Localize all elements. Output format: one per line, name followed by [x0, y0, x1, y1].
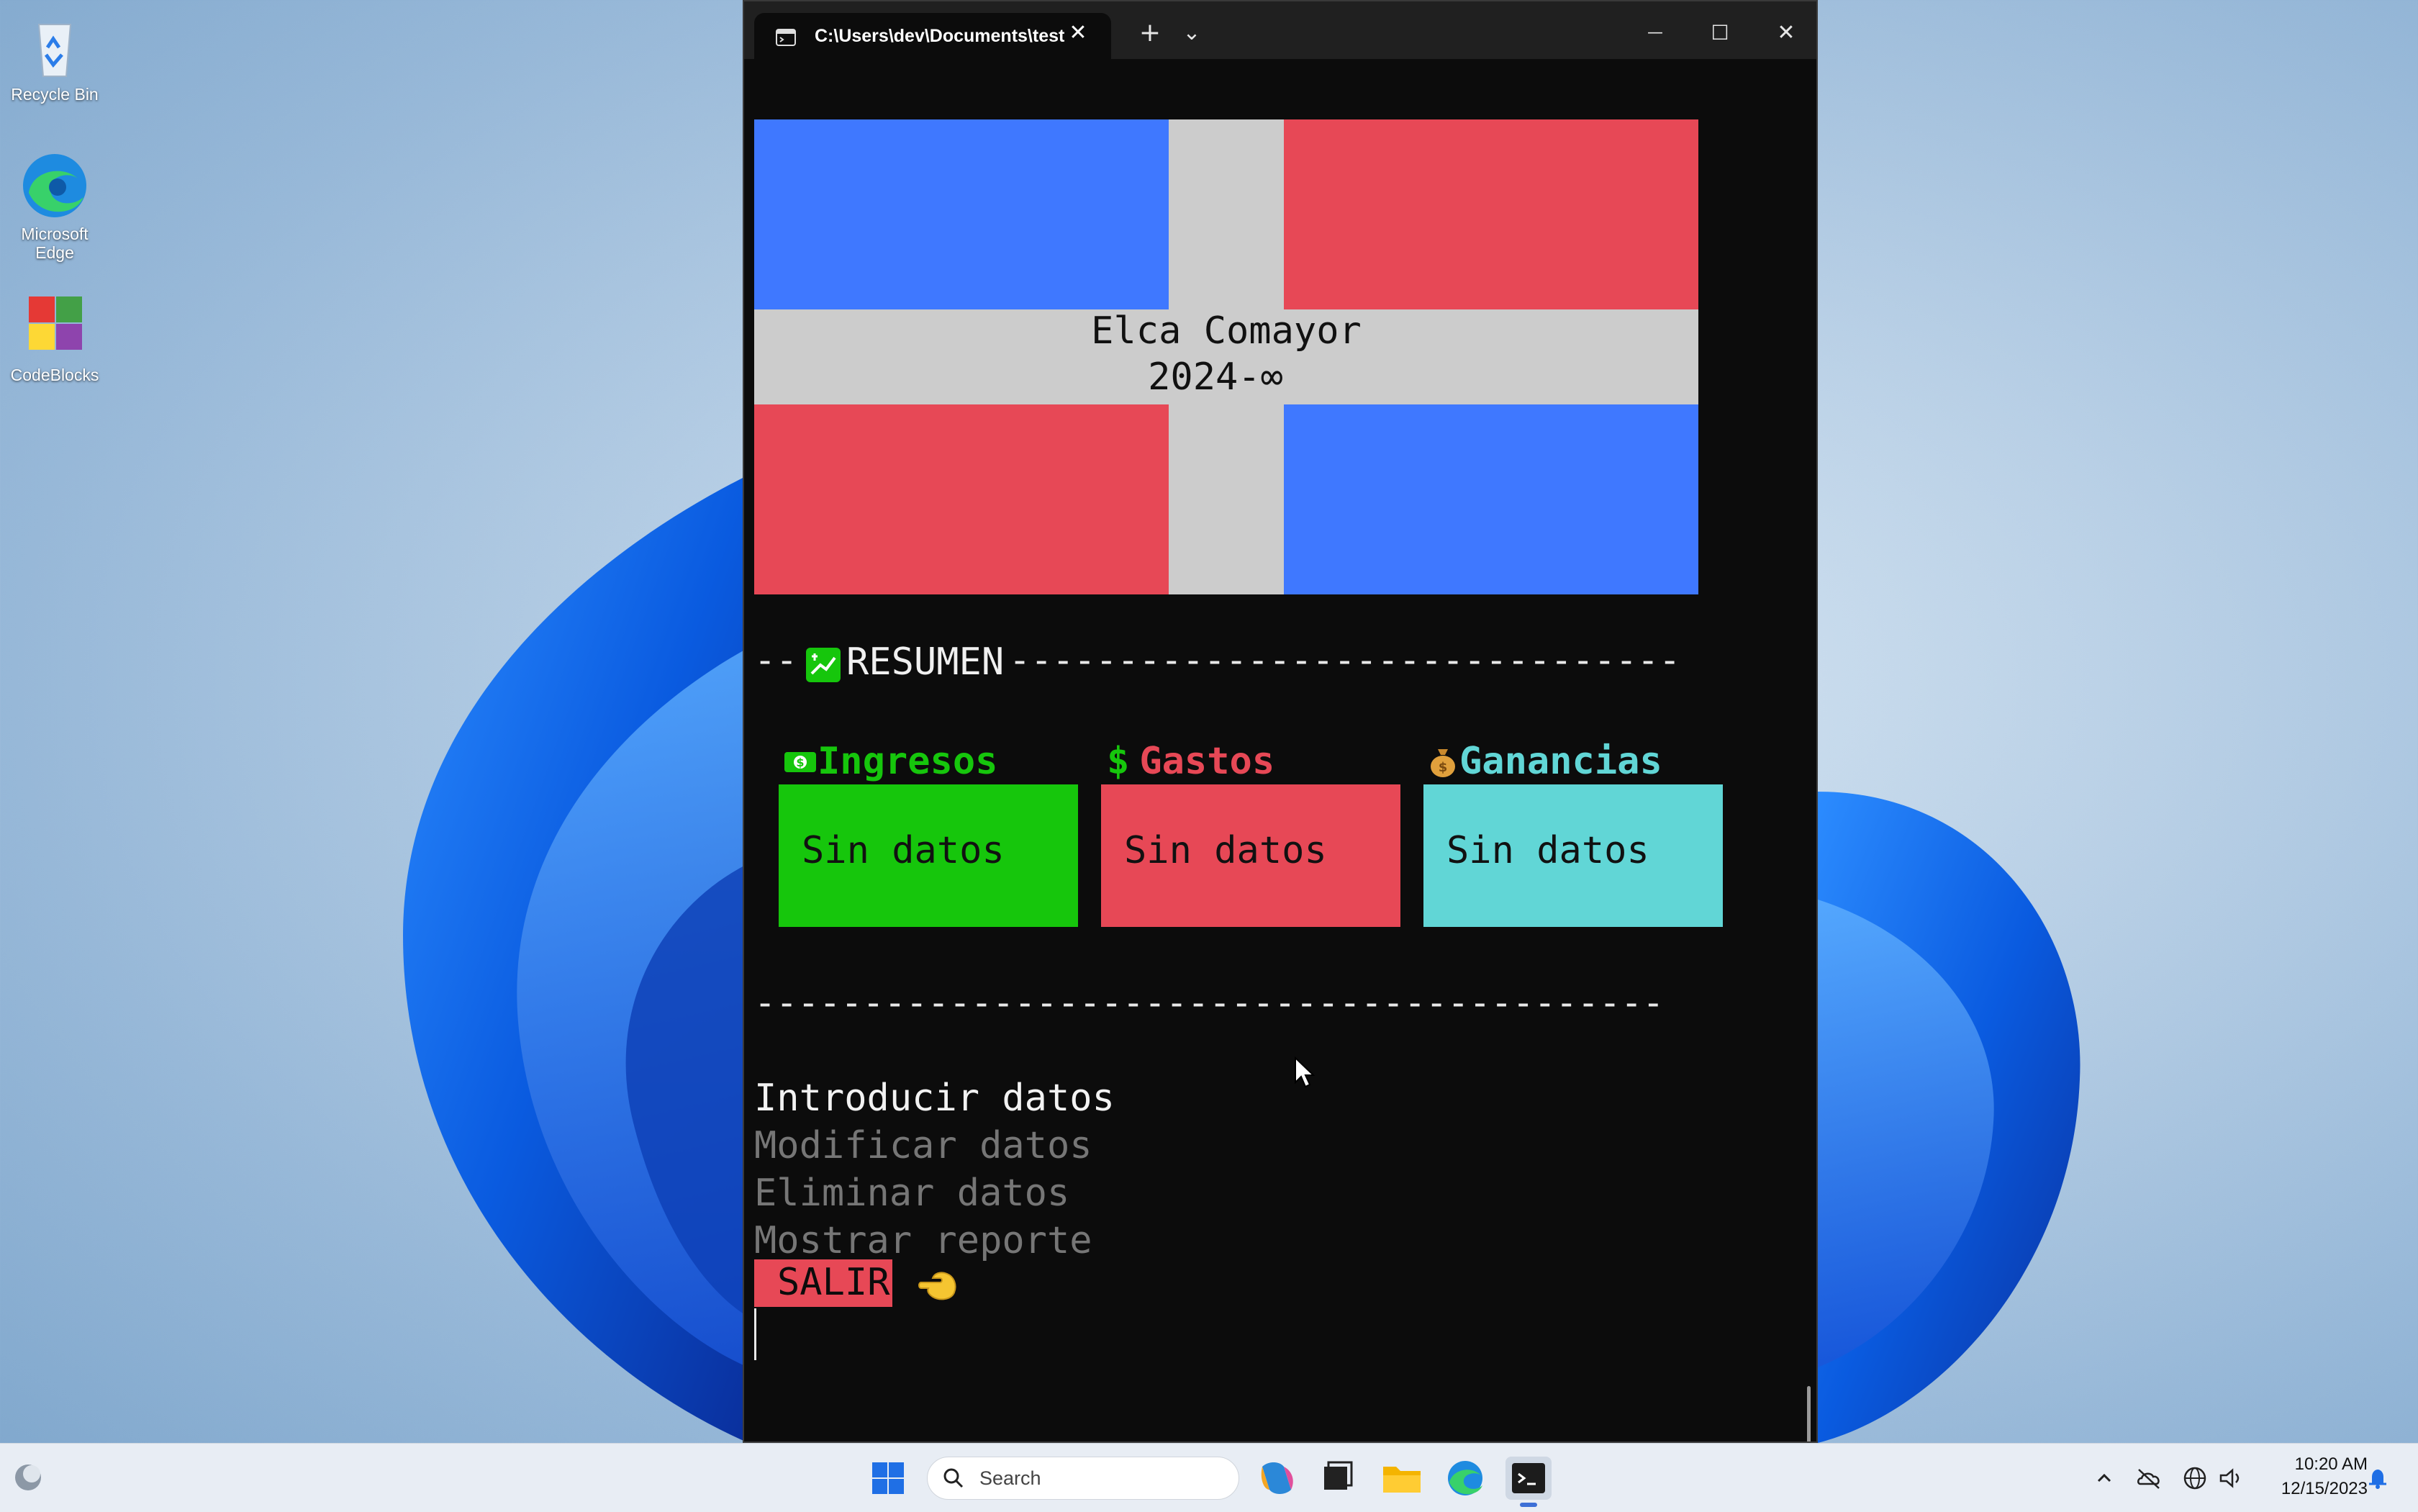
network-globe-icon[interactable] — [2181, 1464, 2209, 1493]
svg-text:$: $ — [796, 756, 804, 769]
income-value: Sin datos — [802, 829, 1005, 872]
clock[interactable]: 10:20 AM 12/15/2023 — [2260, 1452, 2368, 1501]
profit-card: Sin datos — [1423, 784, 1723, 927]
expenses-value: Sin datos — [1124, 829, 1327, 872]
recycle-bin-icon — [19, 10, 91, 82]
volume-icon[interactable] — [2216, 1464, 2245, 1493]
menu-item-eliminar[interactable]: Eliminar datos — [754, 1172, 1069, 1215]
income-card: Sin datos — [779, 784, 1078, 927]
copilot-icon[interactable] — [1254, 1457, 1300, 1500]
title-bar[interactable]: C:\Users\dev\Documents\test ✕ + ⌄ — ☐ ✕ — [744, 1, 1816, 59]
taskbar: Search 10:20 AM 12/15/2023 — [0, 1443, 2418, 1512]
edge-icon — [19, 150, 91, 222]
svg-text:$: $ — [1439, 760, 1448, 775]
desktop-icon-label: Recycle Bin — [11, 85, 99, 104]
desktop-icon-codeblocks[interactable]: CodeBlocks — [4, 291, 105, 384]
active-app-indicator — [1520, 1503, 1537, 1507]
tab-title: C:\Users\dev\Documents\test — [815, 26, 1065, 46]
menu-item-introducir[interactable]: Introducir datos — [754, 1077, 1115, 1120]
edge-taskbar-icon[interactable] — [1442, 1457, 1488, 1500]
exit-label: SALIR — [777, 1261, 890, 1304]
codeblocks-icon — [19, 291, 91, 363]
minimize-button[interactable]: — — [1635, 13, 1675, 53]
flag-title: Elca Comayor 2024-∞ — [754, 308, 1698, 400]
chart-increasing-icon — [806, 648, 841, 682]
search-icon — [943, 1468, 964, 1488]
maximize-button[interactable]: ☐ — [1700, 13, 1740, 53]
search-placeholder: Search — [979, 1467, 1041, 1489]
widgets-icon[interactable] — [10, 1459, 46, 1495]
expenses-card: Sin datos — [1101, 784, 1400, 927]
summary-rule-prefix: -- — [754, 639, 798, 681]
terminal-window[interactable]: C:\Users\dev\Documents\test ✕ + ⌄ — ☐ ✕ … — [743, 0, 1818, 1443]
profit-value: Sin datos — [1446, 829, 1649, 872]
close-button[interactable]: ✕ — [1766, 13, 1806, 53]
expenses-title: Gastos — [1139, 740, 1275, 783]
menu-item-modificar[interactable]: Modificar datos — [754, 1124, 1092, 1167]
clock-time: 10:20 AM — [2294, 1454, 2368, 1474]
flag-title-name: Elca Comayor — [1091, 309, 1362, 353]
profit-heading: $ Ganancias — [1426, 740, 1662, 783]
summary-rule-suffix: ------------------------------- — [1009, 639, 1681, 681]
new-tab-button[interactable]: + — [1130, 13, 1170, 53]
onedrive-offline-icon[interactable] — [2134, 1464, 2163, 1493]
expenses-heading: $ Gastos — [1107, 740, 1274, 783]
summary-bottom-rule: ----------------------------------------… — [754, 982, 1665, 1023]
pointing-hand-icon — [918, 1272, 956, 1300]
terminal-icon — [1512, 1463, 1545, 1493]
money-bag-icon: $ — [1431, 749, 1455, 777]
terminal-tab-icon — [776, 29, 796, 46]
clock-date: 12/15/2023 — [2281, 1479, 2368, 1498]
desktop-icon-label: Microsoft Edge — [21, 225, 89, 262]
desktop-icon-edge[interactable]: Microsoft Edge — [4, 150, 105, 262]
tab-dropdown-icon[interactable]: ⌄ — [1172, 13, 1212, 53]
taskbar-search[interactable]: Search — [927, 1457, 1239, 1500]
terminal-content[interactable]: Elca Comayor 2024-∞ -- RESUMEN ---------… — [754, 59, 1816, 1441]
summary-label: RESUMEN — [846, 640, 1005, 684]
profit-title: Ganancias — [1459, 740, 1662, 783]
exit-button[interactable]: SALIR — [754, 1259, 892, 1307]
start-icon[interactable] — [866, 1457, 910, 1500]
desktop-icon-recycle-bin[interactable]: Recycle Bin — [4, 10, 105, 104]
flag-title-years: 2024-∞ — [1148, 356, 1283, 399]
tab-close-icon[interactable]: ✕ — [1064, 19, 1092, 47]
show-hidden-icons-chevron-icon[interactable] — [2090, 1464, 2119, 1493]
menu-item-reporte[interactable]: Mostrar reporte — [754, 1219, 1092, 1262]
task-view-icon[interactable] — [1314, 1457, 1360, 1500]
file-explorer-icon[interactable] — [1379, 1457, 1425, 1500]
dollar-icon: $ — [1107, 740, 1130, 783]
mouse-pointer-icon — [1295, 1056, 1316, 1088]
income-heading: $ Ingresos — [783, 740, 997, 783]
income-title: Ingresos — [818, 740, 998, 783]
desktop-icon-label: CodeBlocks — [10, 366, 99, 384]
scrollbar[interactable] — [1807, 1386, 1811, 1441]
terminal-taskbar-button[interactable] — [1505, 1457, 1552, 1500]
money-icon: $ — [784, 752, 816, 772]
text-cursor — [754, 1308, 756, 1360]
notification-bell-icon[interactable] — [2363, 1464, 2392, 1493]
tab-terminal[interactable]: C:\Users\dev\Documents\test ✕ — [754, 13, 1111, 59]
